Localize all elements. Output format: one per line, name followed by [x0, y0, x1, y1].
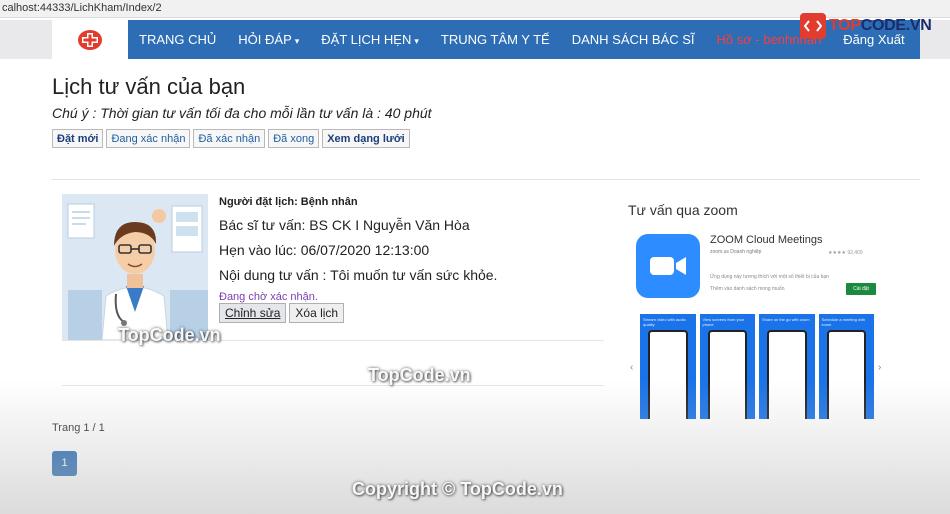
nav-item-label: TRUNG TÂM Y TẾ	[440, 32, 550, 47]
page-title: Lịch tư vấn của bạn	[52, 74, 246, 99]
consult-content: Nội dung tư vấn : Tôi muốn tư vấn sức kh…	[219, 267, 498, 283]
phone-mockup	[648, 330, 688, 419]
divider	[62, 385, 604, 386]
nav-item-label: TRANG CHỦ	[139, 32, 217, 47]
delete-button[interactable]: Xóa lịch	[289, 303, 345, 323]
zoom-app-card[interactable]: ZOOM Cloud Meetings zoom.us Doanh nghiệp…	[628, 226, 886, 422]
site-logo[interactable]	[52, 20, 128, 59]
screenshot-caption: Schedule a meeting with zoom	[821, 317, 866, 327]
nav-item-label: HỎI ĐÁP	[238, 32, 292, 47]
zoom-video-icon	[636, 234, 700, 298]
filter-new-button[interactable]: Đặt mới	[52, 129, 104, 148]
nav-item-label: ĐẶT LỊCH HẸN	[321, 32, 412, 47]
grid-view-button[interactable]: Xem dạng lưới	[322, 129, 410, 148]
divider	[52, 179, 920, 180]
pager-text: Trang 1 / 1	[52, 422, 105, 434]
medical-cross-icon	[78, 29, 102, 50]
zoom-screenshot: View screens from your phone	[699, 314, 755, 419]
caret-down-icon: ▾	[294, 36, 300, 46]
screenshot-caption: View screens from your phone	[702, 317, 745, 327]
watermark: TopCode.vn	[118, 325, 221, 345]
brand-text: TOPCODE.VN	[829, 17, 932, 35]
zoom-app-publisher: zoom.us Doanh nghiệp	[710, 249, 762, 255]
zoom-screenshot: Stream video with audio quality	[640, 314, 696, 419]
nav-item-booking[interactable]: ĐẶT LỊCH HẸN ▾	[310, 32, 430, 47]
caret-down-icon: ▾	[414, 36, 419, 46]
phone-mockup	[826, 330, 866, 419]
filter-confirmed-button[interactable]: Đã xác nhận	[193, 129, 266, 148]
edit-button[interactable]: Chỉnh sửa	[219, 303, 287, 323]
zoom-compat-note: Ứng dụng này tương thích với một số thiế…	[710, 274, 829, 280]
main-nav: TRANG CHỦ HỎI ĐÁP ▾ ĐẶT LỊCH HẸN ▾ TRUNG T…	[128, 20, 916, 59]
nav-item-doctors[interactable]: DANH SÁCH BÁC SĨ	[561, 32, 706, 47]
copyright-watermark: Copyright © TopCode.vn	[352, 479, 563, 499]
screenshot-caption: Share on the go with zoom	[762, 317, 810, 322]
zoom-app-name: ZOOM Cloud Meetings	[710, 234, 823, 246]
zoom-screenshots: Stream video with audio quality View scr…	[640, 314, 874, 419]
phone-mockup	[767, 330, 807, 419]
page-1-button[interactable]: 1	[52, 451, 77, 476]
doctor-illustration	[62, 194, 208, 340]
zoom-screenshot: Share on the go with zoom	[759, 314, 815, 419]
nav-item-medical-centers[interactable]: TRUNG TÂM Y TẾ	[430, 32, 561, 47]
address-url[interactable]: calhost:44333/LichKham/Index/2	[2, 2, 162, 14]
zoom-install-button[interactable]: Cài đặt	[846, 283, 876, 295]
appointment-actions: Chỉnh sửa Xóa lịch	[219, 303, 345, 323]
filter-bar: Đặt mới Đang xác nhận Đã xác nhận Đã xon…	[52, 129, 410, 148]
chevron-left-icon[interactable]: ‹	[630, 362, 633, 373]
nav-item-qa[interactable]: HỎI ĐÁP ▾	[227, 32, 310, 47]
code-brackets-icon	[800, 13, 826, 39]
screenshot-caption: Stream video with audio quality	[643, 317, 686, 327]
zoom-section-title: Tư vấn qua zoom	[628, 202, 738, 218]
consult-time-note: Chú ý : Thời gian tư vấn tối đa cho mỗi …	[52, 105, 432, 121]
brand-suffix: CODE.VN	[860, 17, 932, 34]
watermark: TopCode.vn	[368, 365, 471, 385]
zoom-wishlist-link[interactable]: Thêm vào danh sách mong muốn	[710, 286, 785, 292]
zoom-rating: ★★★★ 92,409	[828, 250, 863, 256]
filter-done-button[interactable]: Đã xong	[268, 129, 320, 148]
brand-prefix: TOP	[829, 17, 861, 34]
booker-label: Người đặt lịch: Bệnh nhân	[219, 196, 358, 208]
phone-mockup	[707, 330, 747, 419]
doctor-label: Bác sĩ tư vấn: BS CK I Nguyễn Văn Hòa	[219, 217, 470, 233]
nav-item-label: DANH SÁCH BÁC SĨ	[571, 32, 695, 47]
nav-item-home[interactable]: TRANG CHỦ	[128, 32, 227, 47]
nav-left-margin	[0, 20, 52, 59]
chevron-right-icon[interactable]: ›	[878, 362, 881, 373]
filter-pending-button[interactable]: Đang xác nhận	[106, 129, 191, 148]
status-text: Đang chờ xác nhận.	[219, 291, 318, 303]
topcode-brand: TOPCODE.VN	[800, 12, 932, 40]
appointment-time: Hẹn vào lúc: 06/07/2020 12:13:00	[219, 242, 430, 258]
zoom-screenshot: Schedule a meeting with zoom	[818, 314, 874, 419]
appointment-info: Người đặt lịch: Bệnh nhân Bác sĩ tư vấn:…	[219, 194, 497, 303]
